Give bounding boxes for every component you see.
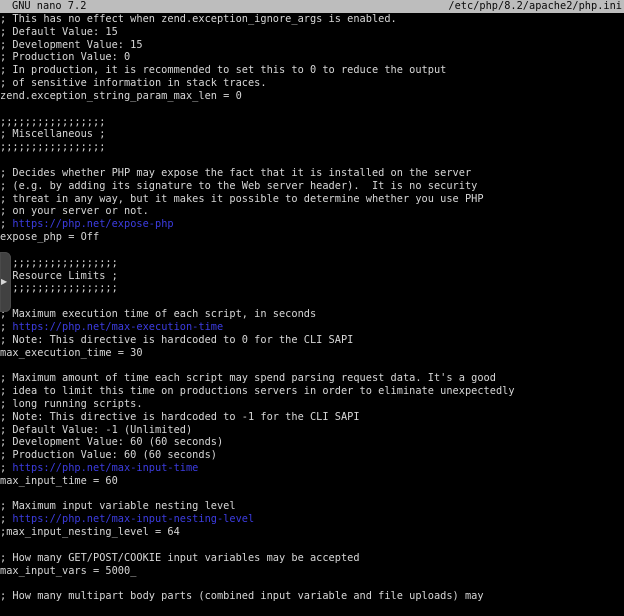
editor-line: max_input_time = 60	[0, 475, 624, 488]
nano-titlebar: GNU nano 7.2 /etc/php/8.2/apache2/php.in…	[0, 0, 624, 13]
editor-line: ;;;;;;;;;;;;;;;;;;;	[0, 282, 624, 295]
editor-line	[0, 103, 624, 116]
editor-line: ; Development Value: 60 (60 seconds)	[0, 436, 624, 449]
editor-line: ; In production, it is recommended to se…	[0, 64, 624, 77]
url-text: https://php.net/max-input-nesting-level	[12, 513, 254, 525]
editor-line: ; threat in any way, but it makes it pos…	[0, 193, 624, 206]
url-text: https://php.net/max-input-time	[12, 462, 198, 474]
editor-line	[0, 577, 624, 590]
nano-file-path: /etc/php/8.2/apache2/php.ini	[448, 0, 624, 13]
editor-line: max_input_vars = 5000_	[0, 565, 624, 578]
editor-line	[0, 359, 624, 372]
editor-line: ; https://php.net/max-input-nesting-leve…	[0, 513, 624, 526]
editor-line	[0, 539, 624, 552]
editor-line: ;max_input_nesting_level = 64	[0, 526, 624, 539]
url-text: https://php.net/max-execution-time	[12, 321, 223, 333]
editor-line: ; long running scripts.	[0, 398, 624, 411]
text-cursor: _	[130, 565, 136, 577]
editor-line: ; Development Value: 15	[0, 39, 624, 52]
editor-line: expose_php = Off	[0, 231, 624, 244]
editor-line: ; on your server or not.	[0, 205, 624, 218]
editor-line: ; How many GET/POST/COOKIE input variabl…	[0, 552, 624, 565]
editor-line: ; This has no effect when zend.exception…	[0, 13, 624, 26]
editor-line: max_execution_time = 30	[0, 347, 624, 360]
expand-arrow-icon: ▶	[1, 278, 7, 286]
editor-line: ; Note: This directive is hardcoded to 0…	[0, 334, 624, 347]
editor-line	[0, 488, 624, 501]
editor-line: ; Production Value: 0	[0, 51, 624, 64]
editor-line: ; Note: This directive is hardcoded to -…	[0, 411, 624, 424]
editor-line: ; https://php.net/max-execution-time	[0, 321, 624, 334]
terminal-screen[interactable]: ; This has no effect when zend.exception…	[0, 13, 624, 603]
editor-line: ; https://php.net/max-input-time	[0, 462, 624, 475]
editor-line: ; Decides whether PHP may expose the fac…	[0, 167, 624, 180]
editor-line: ; Maximum execution time of each script,…	[0, 308, 624, 321]
editor-line: zend.exception_string_param_max_len = 0	[0, 90, 624, 103]
editor-line: ; Default Value: 15	[0, 26, 624, 39]
editor-line: ; of sensitive information in stack trac…	[0, 77, 624, 90]
editor-line	[0, 154, 624, 167]
editor-line: ;;;;;;;;;;;;;;;;;	[0, 141, 624, 154]
editor-line: ;;;;;;;;;;;;;;;;;;;	[0, 257, 624, 270]
editor-line: ; Default Value: -1 (Unlimited)	[0, 424, 624, 437]
editor-line: ; How many multipart body parts (combine…	[0, 590, 624, 603]
editor-line: ; idea to limit this time on productions…	[0, 385, 624, 398]
terminal-window: GNU nano 7.2 /etc/php/8.2/apache2/php.in…	[0, 0, 624, 616]
editor-line: ; Production Value: 60 (60 seconds)	[0, 449, 624, 462]
editor-line	[0, 244, 624, 257]
editor-line: ;;;;;;;;;;;;;;;;;	[0, 116, 624, 129]
url-text: https://php.net/expose-php	[12, 218, 173, 230]
editor-line	[0, 295, 624, 308]
nano-app-title: GNU nano 7.2	[0, 0, 86, 13]
editor-line: ; (e.g. by adding its signature to the W…	[0, 180, 624, 193]
editor-line: ; Miscellaneous ;	[0, 128, 624, 141]
editor-line: ; https://php.net/expose-php	[0, 218, 624, 231]
editor-line: ; Maximum amount of time each script may…	[0, 372, 624, 385]
editor-line: ; Maximum input variable nesting level	[0, 500, 624, 513]
editor-line: ; Resource Limits ;	[0, 270, 624, 283]
vnc-control-bar-handle[interactable]: ▶	[0, 252, 11, 312]
